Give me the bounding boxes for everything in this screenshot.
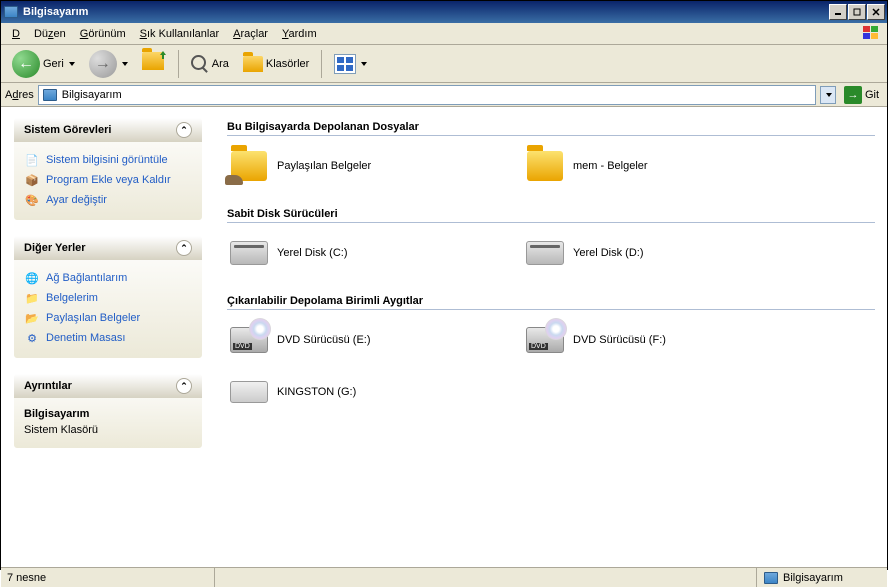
views-icon bbox=[334, 54, 356, 74]
local-disk-d-item[interactable]: Yerel Disk (D:) bbox=[523, 231, 803, 275]
system-info-link[interactable]: 📄 Sistem bilgisini görüntüle bbox=[24, 150, 192, 170]
go-label: Git bbox=[865, 89, 879, 101]
panel-title: Sistem Görevleri bbox=[24, 124, 111, 136]
app-icon bbox=[3, 4, 19, 20]
forward-button[interactable]: → bbox=[84, 47, 133, 81]
info-icon: 📄 bbox=[24, 152, 40, 168]
folders-label: Klasörler bbox=[266, 58, 309, 70]
minimize-button[interactable] bbox=[829, 4, 847, 20]
maximize-button[interactable] bbox=[848, 4, 866, 20]
dvd-drive-icon bbox=[229, 320, 269, 360]
collapse-icon: ⌃ bbox=[176, 378, 192, 394]
address-value: Bilgisayarım bbox=[62, 89, 122, 101]
back-icon: ← bbox=[12, 50, 40, 78]
views-button[interactable] bbox=[329, 51, 372, 77]
address-input[interactable]: Bilgisayarım bbox=[38, 85, 816, 105]
status-location: Bilgisayarım bbox=[757, 568, 887, 587]
add-remove-programs-link[interactable]: 📦 Program Ekle veya Kaldır bbox=[24, 170, 192, 190]
search-icon bbox=[191, 55, 209, 73]
shared-folder-icon bbox=[229, 146, 269, 186]
separator bbox=[321, 50, 322, 78]
hdd-icon bbox=[525, 233, 565, 273]
hdd-icon bbox=[229, 233, 269, 273]
user-documents-item[interactable]: mem - Belgeler bbox=[523, 144, 803, 188]
forward-dropdown-icon[interactable] bbox=[122, 62, 128, 66]
menu-edit[interactable]: Düzen bbox=[27, 25, 73, 43]
titlebar: Bilgisayarım bbox=[1, 1, 887, 23]
panel-title: Ayrıntılar bbox=[24, 380, 72, 392]
menu-file[interactable]: D bbox=[5, 25, 27, 43]
local-disk-c-item[interactable]: Yerel Disk (C:) bbox=[227, 231, 507, 275]
shared-folder-icon: 📂 bbox=[24, 310, 40, 326]
menu-tools[interactable]: Araçlar bbox=[226, 25, 275, 43]
menu-help[interactable]: Yardım bbox=[275, 25, 324, 43]
dvd-drive-e-item[interactable]: DVD Sürücüsü (E:) bbox=[227, 318, 507, 362]
statusbar: 7 nesne Bilgisayarım bbox=[1, 567, 887, 587]
address-label: Adres bbox=[5, 89, 34, 101]
window-title: Bilgisayarım bbox=[23, 6, 829, 18]
back-button[interactable]: ← Geri bbox=[7, 47, 80, 81]
system-tasks-panel: Sistem Görevleri ⌃ 📄 Sistem bilgisini gö… bbox=[13, 117, 203, 221]
toolbar: ← Geri → Ara Klasörler bbox=[1, 45, 887, 83]
close-button[interactable] bbox=[867, 4, 885, 20]
files-section-header: Bu Bilgisayarda Depolanan Dosyalar bbox=[227, 117, 875, 136]
chevron-down-icon bbox=[826, 93, 832, 97]
system-tasks-header[interactable]: Sistem Görevleri ⌃ bbox=[14, 118, 202, 142]
details-panel: Ayrıntılar ⌃ Bilgisayarım Sistem Klasörü bbox=[13, 373, 203, 449]
separator bbox=[178, 50, 179, 78]
box-icon: 📦 bbox=[24, 172, 40, 188]
details-type: Sistem Klasörü bbox=[24, 422, 192, 438]
usb-drive-icon bbox=[229, 372, 269, 412]
back-label: Geri bbox=[43, 58, 64, 70]
go-arrow-icon: → bbox=[844, 86, 862, 104]
up-button[interactable] bbox=[137, 49, 171, 79]
dvd-drive-icon bbox=[525, 320, 565, 360]
folders-icon bbox=[243, 56, 263, 72]
content-area: Bu Bilgisayarda Depolanan Dosyalar Payla… bbox=[215, 107, 887, 567]
other-places-panel: Diğer Yerler ⌃ 🌐 Ağ Bağlantılarım 📁 Belg… bbox=[13, 235, 203, 359]
search-label: Ara bbox=[212, 58, 229, 70]
my-documents-link[interactable]: 📁 Belgelerim bbox=[24, 288, 192, 308]
usb-drive-g-item[interactable]: KINGSTON (G:) bbox=[227, 370, 507, 414]
go-button[interactable]: → Git bbox=[840, 85, 883, 105]
main-area: Sistem Görevleri ⌃ 📄 Sistem bilgisini gö… bbox=[1, 107, 887, 567]
computer-icon bbox=[763, 570, 779, 586]
disks-section-header: Sabit Disk Sürücüleri bbox=[227, 204, 875, 223]
menu-favorites[interactable]: Sık Kullanılanlar bbox=[133, 25, 227, 43]
folder-up-icon bbox=[142, 52, 166, 76]
folder-icon bbox=[525, 146, 565, 186]
control-panel-link[interactable]: ⚙ Denetim Masası bbox=[24, 328, 192, 348]
network-places-link[interactable]: 🌐 Ağ Bağlantılarım bbox=[24, 268, 192, 288]
change-settings-link[interactable]: 🎨 Ayar değiştir bbox=[24, 190, 192, 210]
network-icon: 🌐 bbox=[24, 270, 40, 286]
addressbar: Adres Bilgisayarım → Git bbox=[1, 83, 887, 107]
status-empty bbox=[215, 568, 757, 587]
details-header[interactable]: Ayrıntılar ⌃ bbox=[14, 374, 202, 398]
documents-icon: 📁 bbox=[24, 290, 40, 306]
sidebar: Sistem Görevleri ⌃ 📄 Sistem bilgisini gö… bbox=[1, 107, 215, 567]
collapse-icon: ⌃ bbox=[176, 122, 192, 138]
collapse-icon: ⌃ bbox=[176, 240, 192, 256]
back-dropdown-icon[interactable] bbox=[69, 62, 75, 66]
menubar: D Düzen Görünüm Sık Kullanılanlar Araçla… bbox=[1, 23, 887, 45]
gear-icon: 🎨 bbox=[24, 192, 40, 208]
dvd-drive-f-item[interactable]: DVD Sürücüsü (F:) bbox=[523, 318, 803, 362]
other-places-header[interactable]: Diğer Yerler ⌃ bbox=[14, 236, 202, 260]
views-dropdown-icon[interactable] bbox=[361, 62, 367, 66]
forward-icon: → bbox=[89, 50, 117, 78]
details-name: Bilgisayarım bbox=[24, 406, 192, 422]
control-panel-icon: ⚙ bbox=[24, 330, 40, 346]
windows-logo-icon bbox=[861, 25, 883, 43]
shared-documents-link[interactable]: 📂 Paylaşılan Belgeler bbox=[24, 308, 192, 328]
status-count: 7 nesne bbox=[1, 568, 215, 587]
panel-title: Diğer Yerler bbox=[24, 242, 86, 254]
menu-view[interactable]: Görünüm bbox=[73, 25, 133, 43]
computer-icon bbox=[42, 87, 58, 103]
shared-documents-item[interactable]: Paylaşılan Belgeler bbox=[227, 144, 507, 188]
folders-button[interactable]: Klasörler bbox=[238, 53, 314, 75]
removable-section-header: Çıkarılabilir Depolama Birimli Aygıtlar bbox=[227, 291, 875, 310]
address-dropdown[interactable] bbox=[820, 86, 836, 104]
search-button[interactable]: Ara bbox=[186, 52, 234, 76]
